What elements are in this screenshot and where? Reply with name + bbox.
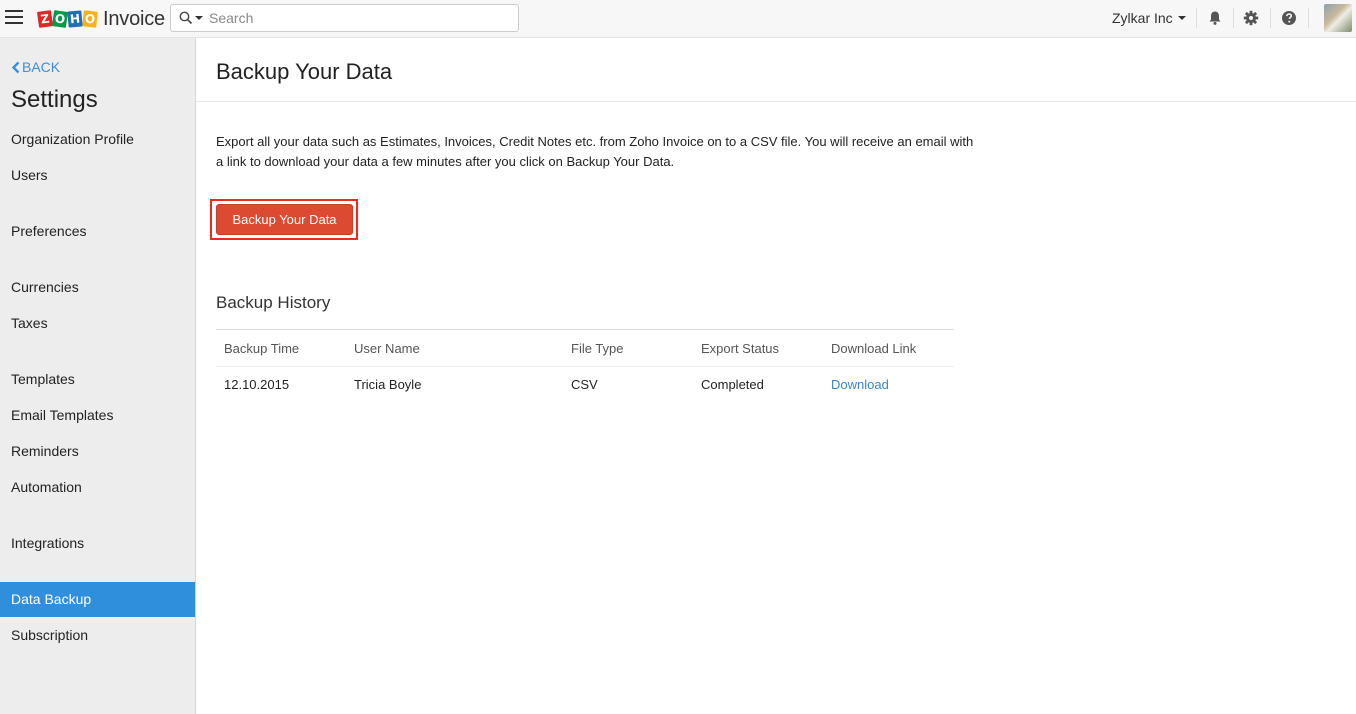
divider xyxy=(1270,8,1271,28)
back-label: BACK xyxy=(22,59,61,75)
organization-name: Zylkar Inc xyxy=(1112,10,1173,26)
search-box[interactable] xyxy=(170,4,519,32)
column-header-export-status: Export Status xyxy=(693,329,823,367)
sidebar-item-taxes[interactable]: Taxes xyxy=(0,306,195,341)
sidebar-item-organization-profile[interactable]: Organization Profile xyxy=(0,122,195,157)
cell-export-status: Completed xyxy=(701,377,764,393)
backup-history-table: Backup Time User Name File Type Export S… xyxy=(216,329,954,403)
search-icon[interactable] xyxy=(179,11,193,25)
logo-letter: O xyxy=(82,10,98,28)
chevron-left-icon xyxy=(11,61,20,73)
sidebar-item-data-backup[interactable]: Data Backup xyxy=(0,582,195,617)
zoho-logo-icon: Z O H O xyxy=(36,10,98,28)
settings-sidebar: BACK Settings Organization Profile Users… xyxy=(0,38,196,714)
notifications-bell-icon[interactable] xyxy=(1206,9,1224,27)
main-content: Backup Your Data Export all your data su… xyxy=(196,38,1356,714)
column-header-backup-time: Backup Time xyxy=(216,329,346,367)
settings-gear-icon[interactable] xyxy=(1242,9,1260,27)
sidebar-item-email-templates[interactable]: Email Templates xyxy=(0,398,195,433)
top-bar: Z O H O Invoice Zylkar Inc xyxy=(0,0,1356,38)
download-link[interactable]: Download xyxy=(831,377,889,392)
help-question-icon[interactable] xyxy=(1280,9,1298,27)
logo-letter: H xyxy=(67,10,83,28)
sidebar-item-integrations[interactable]: Integrations xyxy=(0,526,195,561)
table-row: 12.10.2015 Tricia Boyle CSV Completed Do… xyxy=(216,367,954,403)
sidebar-item-automation[interactable]: Automation xyxy=(0,470,195,505)
column-header-download-link: Download Link xyxy=(823,329,954,367)
page-title: Backup Your Data xyxy=(216,59,393,84)
chevron-down-icon xyxy=(1177,16,1186,20)
app-logo[interactable]: Z O H O Invoice xyxy=(36,7,165,31)
cell-file-type: CSV xyxy=(571,377,598,393)
divider xyxy=(1308,8,1309,28)
backup-history-title: Backup History xyxy=(216,293,331,312)
app-name: Invoice xyxy=(103,7,165,30)
sidebar-item-subscription[interactable]: Subscription xyxy=(0,618,195,653)
backup-description: Export all your data such as Estimates, … xyxy=(216,134,974,169)
divider xyxy=(1233,8,1234,28)
user-avatar[interactable] xyxy=(1324,4,1352,32)
column-header-file-type: File Type xyxy=(563,329,693,367)
cell-backup-time: 12.10.2015 xyxy=(224,377,290,393)
sidebar-item-preferences[interactable]: Preferences xyxy=(0,214,195,249)
search-input[interactable] xyxy=(209,10,509,26)
menu-hamburger-icon[interactable] xyxy=(5,10,23,26)
cell-user-name: Tricia Boyle xyxy=(354,377,422,393)
sidebar-item-reminders[interactable]: Reminders xyxy=(0,434,195,469)
backup-your-data-button[interactable]: Backup Your Data xyxy=(216,204,353,235)
cell-download-link: Download xyxy=(823,367,954,403)
divider xyxy=(196,101,1356,102)
organization-switcher[interactable]: Zylkar Inc xyxy=(1112,10,1192,26)
logo-letter: O xyxy=(51,10,69,28)
back-link[interactable]: BACK xyxy=(11,59,60,75)
divider xyxy=(1196,8,1197,28)
sidebar-item-users[interactable]: Users xyxy=(0,158,195,193)
sidebar-title: Settings xyxy=(11,86,98,113)
sidebar-item-templates[interactable]: Templates xyxy=(0,362,195,397)
search-filter-caret-icon[interactable] xyxy=(195,16,203,20)
column-header-user-name: User Name xyxy=(346,329,563,367)
table-header-row: Backup Time User Name File Type Export S… xyxy=(216,329,954,367)
logo-letter: Z xyxy=(36,10,54,28)
sidebar-item-currencies[interactable]: Currencies xyxy=(0,270,195,305)
